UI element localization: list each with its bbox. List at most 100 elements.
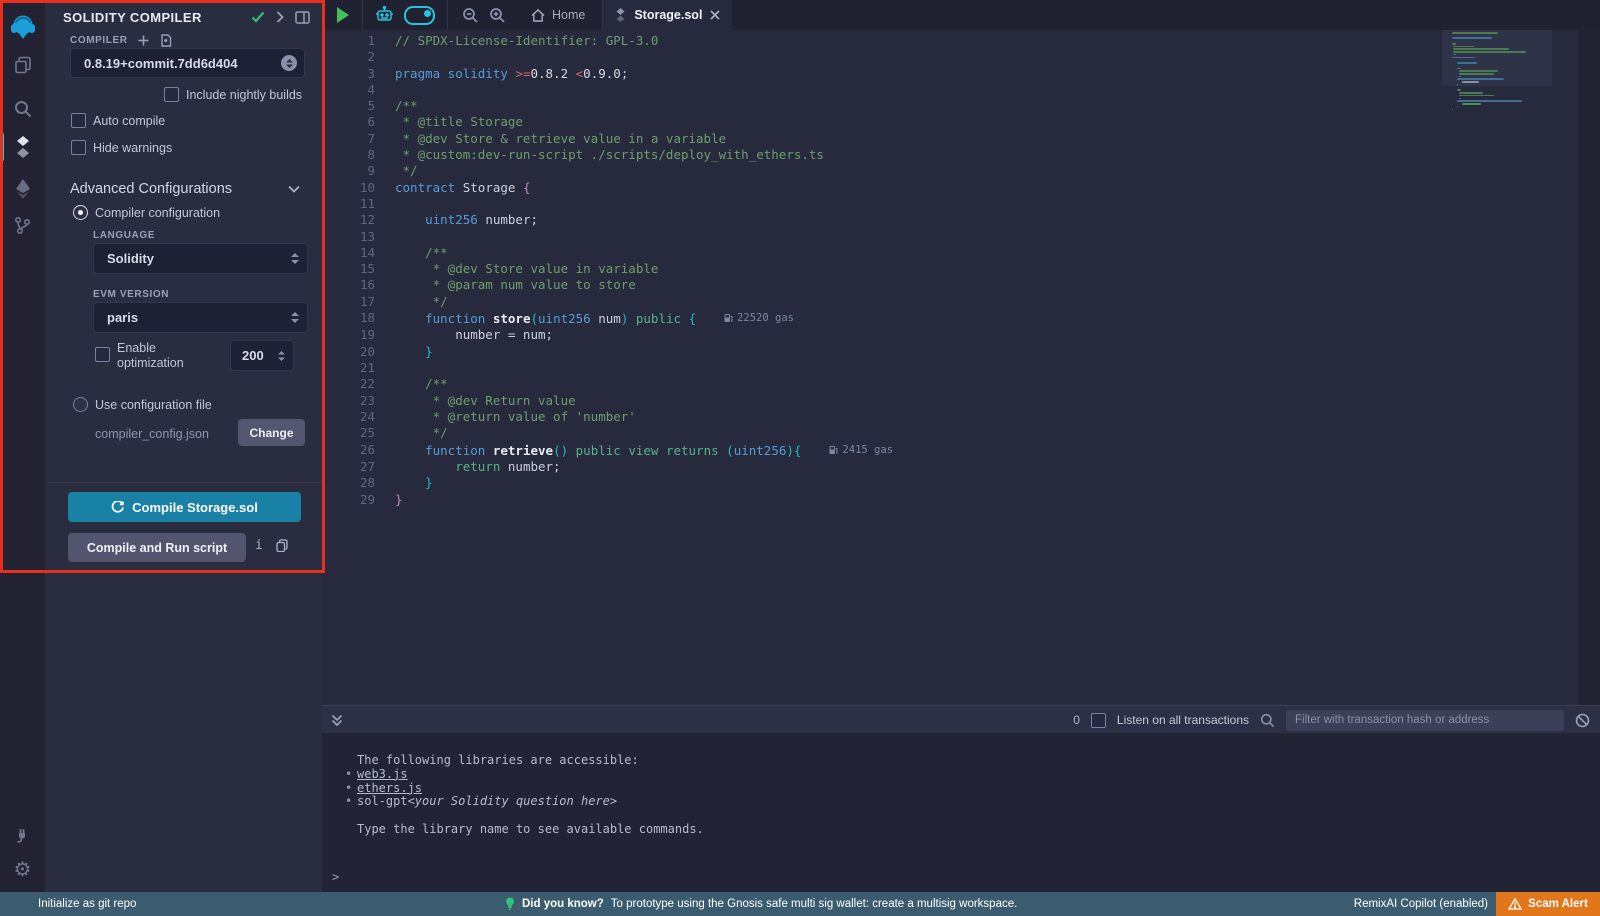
remix-logo-icon: [8, 12, 38, 42]
use-configuration-file-label: Use configuration file: [95, 398, 212, 412]
code-lines: 1// SPDX-License-Identifier: GPL-3.023pr…: [322, 33, 1600, 508]
compile-and-run-button[interactable]: Compile and Run script: [68, 533, 246, 562]
minimap[interactable]: [1452, 32, 1540, 111]
line-number: 4: [322, 82, 395, 98]
terminal-search-icon[interactable]: [1260, 713, 1275, 728]
zoom-out-icon[interactable]: [462, 7, 479, 24]
copilot-status-item[interactable]: RemixAI Copilot (enabled): [1354, 898, 1488, 910]
enable-optimization-checkbox[interactable]: [95, 347, 110, 362]
library-link[interactable]: ethers.js: [357, 782, 422, 796]
panel-forward-chevron-icon[interactable]: [276, 11, 284, 23]
close-tab-icon[interactable]: [710, 10, 720, 20]
line-number: 1: [322, 33, 395, 49]
deploy-and-run-icon[interactable]: [0, 172, 45, 206]
solidity-compiler-icon[interactable]: [0, 130, 45, 164]
line-number: 18: [322, 310, 395, 327]
version-spinner-icon: [281, 55, 297, 71]
scam-alert-label: Scam Alert: [1528, 898, 1588, 910]
info-icon[interactable]: i: [255, 538, 263, 553]
include-nightly-checkbox[interactable]: [164, 87, 179, 102]
transaction-filter-field[interactable]: [1286, 714, 1564, 726]
language-select[interactable]: Solidity: [93, 243, 308, 274]
remix-ide-window: ⚙ SOLIDITY COMPILER COMPILER 0.8.19+comm…: [0, 0, 1600, 916]
include-nightly-label: Include nightly builds: [186, 88, 302, 102]
git-icon[interactable]: [0, 208, 45, 242]
code-line: 13: [322, 229, 1600, 245]
minimap-line: [1459, 92, 1484, 94]
code-line: 7 * @dev Store & retrieve value in a var…: [322, 131, 1600, 147]
optimization-runs-input[interactable]: 200: [230, 340, 294, 371]
main-area: Home Storage.sol 1// SPDX-License-Identi…: [322, 0, 1600, 892]
line-number: 20: [322, 344, 395, 360]
status-bar: Initialize as git repo Did you know? To …: [0, 892, 1600, 916]
terminal[interactable]: The following libraries are accessible:•…: [322, 733, 1600, 892]
code-text: * @param num value to store: [395, 277, 636, 293]
tab-storage-sol[interactable]: Storage.sol: [603, 0, 732, 30]
code-line: 27 return number;: [322, 459, 1600, 475]
code-text: }: [395, 475, 433, 491]
tab-home[interactable]: Home: [514, 8, 602, 22]
ai-copilot-robot-icon[interactable]: [375, 6, 394, 24]
solidity-file-icon: [615, 8, 626, 22]
copy-icon[interactable]: [276, 539, 288, 552]
hide-warnings-checkbox[interactable]: [71, 140, 86, 155]
code-editor[interactable]: 1// SPDX-License-Identifier: GPL-3.023pr…: [322, 30, 1600, 705]
add-custom-compiler-icon[interactable]: [138, 35, 149, 46]
code-text: */: [395, 163, 418, 179]
plugin-manager-icon[interactable]: [0, 818, 45, 852]
compile-button[interactable]: Compile Storage.sol: [68, 492, 301, 522]
compiler-version-select[interactable]: 0.8.19+commit.7dd6d404: [70, 48, 305, 78]
transaction-filter-input[interactable]: [1286, 710, 1564, 731]
line-number: 22: [322, 376, 395, 392]
remix-logo-icon[interactable]: [0, 8, 45, 46]
library-link[interactable]: web3.js: [357, 768, 408, 782]
listen-transactions-checkbox[interactable]: [1091, 713, 1106, 728]
code-text: * @return value of 'number': [395, 409, 636, 425]
advanced-configurations-toggle[interactable]: Advanced Configurations: [70, 181, 300, 197]
git-init-status-item[interactable]: Initialize as git repo: [38, 898, 136, 910]
clear-terminal-icon[interactable]: [1575, 713, 1590, 728]
listen-transactions-label: Listen on all transactions: [1117, 713, 1249, 727]
run-script-play-button[interactable]: [336, 7, 350, 23]
line-number: 7: [322, 131, 395, 147]
line-number: 10: [322, 180, 395, 196]
line-number: 27: [322, 459, 395, 475]
terminal-collapse-icon[interactable]: [331, 714, 343, 727]
pin-panel-icon[interactable]: [295, 11, 310, 24]
line-number: 2: [322, 49, 395, 65]
search-icon[interactable]: [0, 92, 45, 126]
code-line: 14 /**: [322, 245, 1600, 261]
hide-warnings-label: Hide warnings: [93, 141, 172, 155]
code-line: 10contract Storage {: [322, 180, 1600, 196]
code-line: 3pragma solidity >=0.8.2 <0.9.0;: [322, 66, 1600, 82]
code-text: /**: [395, 376, 448, 392]
compiler-configuration-radio[interactable]: [73, 205, 88, 220]
line-number: 24: [322, 409, 395, 425]
minimap-line: [1457, 62, 1477, 64]
enable-optimization-label: Enable optimization: [117, 341, 184, 371]
use-configuration-file-radio[interactable]: [73, 397, 88, 412]
copilot-toggle[interactable]: [404, 6, 435, 25]
zoom-in-icon[interactable]: [489, 7, 506, 24]
import-compiler-icon[interactable]: [159, 34, 172, 47]
minimap-line: [1459, 95, 1494, 97]
terminal-prompt[interactable]: >: [332, 871, 339, 885]
minimap-line: [1457, 84, 1458, 86]
code-text: // SPDX-License-Identifier: GPL-3.0: [395, 33, 658, 49]
auto-compile-checkbox[interactable]: [71, 113, 86, 128]
file-explorer-icon[interactable]: [0, 48, 45, 82]
settings-gear-icon[interactable]: ⚙: [0, 852, 45, 886]
lightbulb-icon: [505, 897, 515, 911]
change-config-button[interactable]: Change: [238, 419, 305, 446]
home-icon: [531, 9, 545, 22]
line-number: 5: [322, 98, 395, 114]
minimap-line: [1459, 76, 1462, 78]
code-text: }: [395, 344, 433, 360]
evm-version-select[interactable]: paris: [93, 302, 308, 333]
warning-triangle-icon: [1508, 898, 1522, 910]
code-text: */: [395, 425, 448, 441]
code-line: 15 * @dev Store value in variable: [322, 261, 1600, 277]
code-line: 1// SPDX-License-Identifier: GPL-3.0: [322, 33, 1600, 49]
scam-alert-button[interactable]: Scam Alert: [1496, 892, 1600, 916]
gas-estimate-badge: 22520 gas: [724, 310, 794, 326]
